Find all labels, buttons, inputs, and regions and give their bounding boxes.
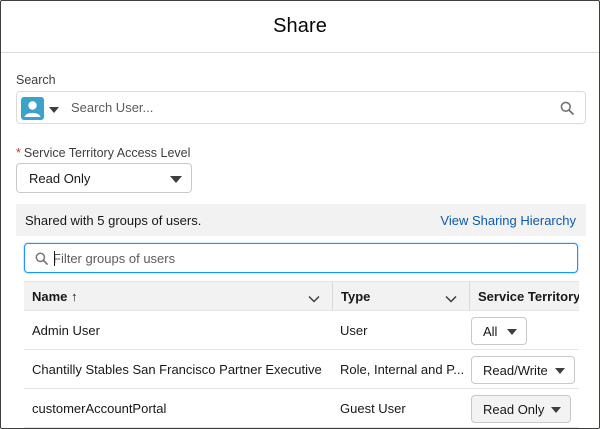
access-level-selected-value: Read Only [29, 171, 91, 186]
search-scope-chevron-down-icon[interactable] [49, 107, 59, 113]
sort-up-icon: ↑ [71, 289, 78, 304]
required-marker: * [16, 146, 21, 160]
cell-access: Read Only [469, 389, 579, 427]
column-name-label: Name [32, 289, 68, 304]
search-icon [560, 101, 574, 118]
table-row: Chantilly Stables San Francisco Partner … [24, 350, 579, 389]
filter-groups-box [24, 243, 578, 273]
cell-type: Role, Internal and P... [340, 362, 465, 377]
access-select-value: Read Only [483, 402, 545, 417]
access-select[interactable]: All [471, 317, 527, 345]
chevron-down-icon [507, 329, 517, 335]
access-select[interactable]: Read/Write [471, 356, 575, 384]
column-header-service-territory[interactable]: Service Territory [470, 282, 579, 310]
cell-name: Chantilly Stables San Francisco Partner … [32, 362, 322, 377]
chevron-down-icon[interactable] [308, 291, 320, 306]
dialog-header: Share [1, 1, 599, 53]
access-level-label: * Service Territory Access Level [16, 146, 190, 160]
share-dialog: Share Search *Service Territory Access L… [0, 0, 600, 429]
cell-type: User [340, 323, 368, 338]
dialog-title: Share [273, 15, 327, 37]
table-header: Name ↑ Type Service Territory [24, 281, 579, 311]
user-avatar-icon[interactable] [21, 97, 44, 120]
text-cursor [54, 251, 55, 266]
table-row: Admin User User All [24, 311, 579, 350]
access-select-value: All [483, 324, 498, 339]
column-type-label: Type [341, 289, 371, 304]
search-input[interactable] [71, 92, 551, 123]
cell-name: Admin User [32, 323, 100, 338]
access-level-label-text: Service Territory Access Level [23, 146, 191, 160]
search-label: Search [16, 73, 56, 87]
access-select-value: Read/Write [483, 363, 548, 378]
cell-name: customerAccountPortal [32, 401, 167, 416]
access-level-select[interactable]: Read Only [16, 163, 192, 193]
user-search-box [16, 91, 586, 124]
filter-groups-input[interactable] [53, 244, 573, 272]
cell-access: Read/Write [469, 350, 579, 388]
shared-summary-bar: Shared with 5 groups of users. View Shar… [16, 204, 586, 236]
column-header-name[interactable]: Name ↑ [24, 282, 332, 310]
chevron-down-icon[interactable] [445, 291, 457, 306]
access-select[interactable]: Read Only [471, 395, 571, 423]
cell-access: All [469, 311, 579, 349]
chevron-down-icon [170, 176, 182, 183]
view-sharing-hierarchy-link[interactable]: View Sharing Hierarchy [440, 213, 576, 228]
column-header-type[interactable]: Type [333, 282, 469, 310]
table-row: customerAccountPortal Guest User Read On… [24, 389, 579, 428]
shared-summary-text: Shared with 5 groups of users. [25, 213, 202, 228]
cell-type: Guest User [340, 401, 406, 416]
column-access-label: Service Territory [478, 289, 579, 304]
chevron-down-icon [555, 368, 565, 374]
search-icon [35, 252, 48, 268]
chevron-down-icon [551, 407, 561, 413]
